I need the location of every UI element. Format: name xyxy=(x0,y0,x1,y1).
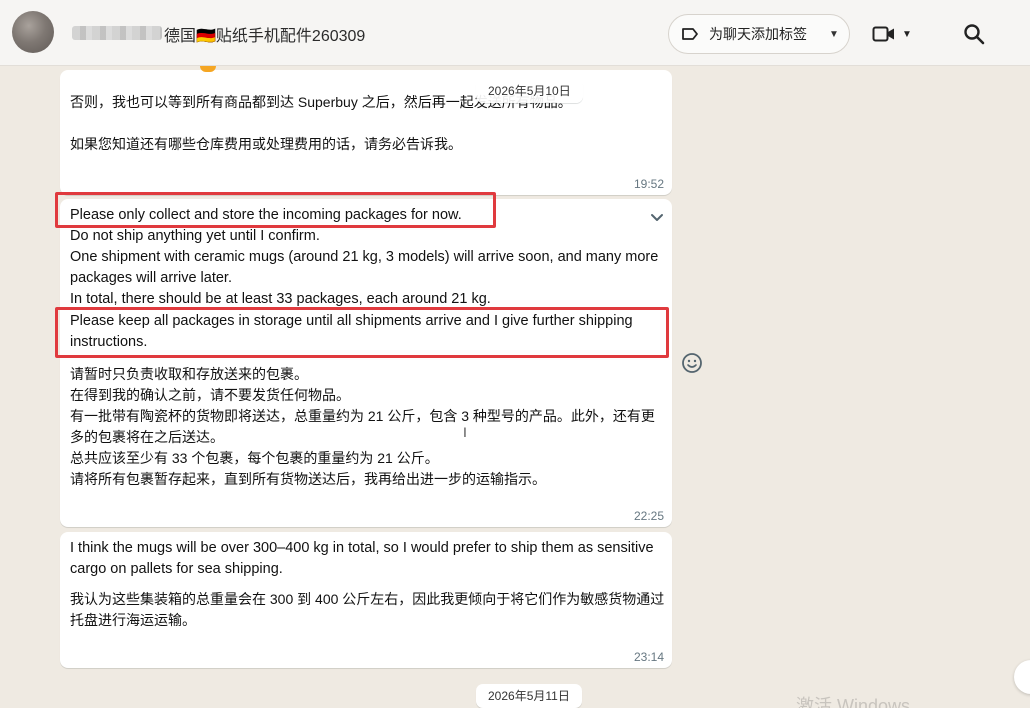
highlight-box xyxy=(55,192,496,228)
search-icon[interactable] xyxy=(962,22,986,46)
date-separator: 2026年5月10日 xyxy=(476,79,583,103)
message-bubble[interactable]: I think the mugs will be over 300–400 kg… xyxy=(60,532,672,668)
date-separator: 2026年5月11日 xyxy=(476,684,582,708)
video-call-icon xyxy=(872,26,894,42)
avatar[interactable] xyxy=(12,11,54,53)
label-icon xyxy=(682,28,698,40)
message-en-body: I think the mugs will be over 300–400 kg… xyxy=(70,540,654,577)
message-time: 23:14 xyxy=(633,650,664,664)
message-zh-body: 我认为这些集装箱的总重量会在 300 到 400 公斤左右，因此我更倾向于将它们… xyxy=(70,591,665,628)
message-zh-body: 请暂时只负责收取和存放送来的包裹。 在得到我的确认之前，请不要发货任何物品。 有… xyxy=(70,366,655,487)
chevron-down-icon[interactable] xyxy=(648,208,666,226)
text-cursor-icon: I xyxy=(463,424,467,440)
emoji-react-icon[interactable] xyxy=(681,352,703,374)
highlight-box xyxy=(55,307,669,358)
message-en-body: Do not ship anything yet until I confirm… xyxy=(70,228,659,307)
message-time: 19:52 xyxy=(633,177,664,191)
add-label-text: 为聊天添加标签 xyxy=(709,26,807,42)
activation-watermark: 激活 Windows xyxy=(796,696,911,708)
message-time: 22:25 xyxy=(633,509,664,523)
add-label-button[interactable]: 为聊天添加标签 ▼ xyxy=(668,14,850,54)
scroll-down-icon[interactable] xyxy=(1014,660,1030,694)
chat-header: 德国🇩🇪贴纸手机配件260309 为聊天添加标签 ▼ ▼ xyxy=(0,0,1030,66)
caret-down-icon: ▼ xyxy=(902,28,912,40)
message-bubble[interactable]: Please only collect and store the incomi… xyxy=(60,199,672,527)
chat-title[interactable]: 德国🇩🇪贴纸手机配件260309 xyxy=(164,22,365,46)
blurred-contact-prefix xyxy=(72,26,162,40)
caret-down-icon: ▼ xyxy=(829,28,839,40)
video-call-button[interactable]: ▼ xyxy=(872,22,922,46)
